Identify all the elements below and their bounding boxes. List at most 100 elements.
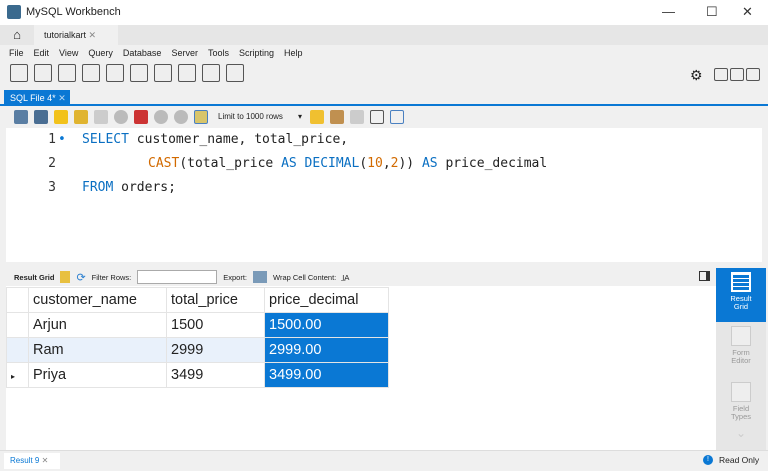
cell[interactable]: 3499 xyxy=(166,362,265,388)
toggle-panel-icon[interactable] xyxy=(699,271,710,281)
export-icon[interactable] xyxy=(253,271,268,283)
sql-tab-strip xyxy=(0,88,768,106)
menu-view[interactable]: View xyxy=(54,45,83,62)
tab-label: SQL File 4* xyxy=(10,93,56,103)
menu-help[interactable]: Help xyxy=(279,45,308,62)
create-function-icon[interactable] xyxy=(178,64,196,82)
toggle-sidebar-icon[interactable] xyxy=(714,68,728,81)
new-sql-tab-icon[interactable] xyxy=(10,64,28,82)
read-only-label: Read Only xyxy=(719,455,760,465)
menu-file[interactable]: File xyxy=(4,45,29,62)
autocommit-icon[interactable] xyxy=(194,110,208,124)
tab-sql-file-4[interactable]: SQL File 4* ✕ xyxy=(4,90,70,106)
commit-icon[interactable] xyxy=(154,110,168,124)
open-file-icon[interactable] xyxy=(14,110,28,124)
result-tab-close-icon[interactable]: ✕ xyxy=(42,456,49,465)
execute-current-icon[interactable] xyxy=(74,110,88,124)
sql-editor[interactable]: 1 • 2 3 SELECT customer_name, total_pric… xyxy=(6,128,762,262)
invisible-chars-icon[interactable] xyxy=(370,110,384,124)
column-header[interactable]: total_price xyxy=(166,287,265,313)
menu-server[interactable]: Server xyxy=(166,45,203,62)
tab-close-icon[interactable]: ✕ xyxy=(89,30,97,40)
side-result-grid[interactable]: Result Grid xyxy=(716,268,766,322)
current-row-icon: ▸ xyxy=(11,372,16,381)
settings-icon[interactable]: ⚙ xyxy=(690,67,703,84)
tab-close-icon[interactable]: ✕ xyxy=(58,93,66,103)
refresh-icon[interactable]: ⟳ xyxy=(76,271,85,284)
save-icon[interactable] xyxy=(34,110,48,124)
results-toolbar: Result Grid ⟳ Filter Rows: Export: Wrap … xyxy=(6,268,716,286)
toggle-secondary-sidebar-icon[interactable] xyxy=(746,68,760,81)
reconnect-icon[interactable] xyxy=(226,64,244,82)
scroll-down-icon[interactable]: ⌄ xyxy=(716,426,766,440)
close-button[interactable]: ✕ xyxy=(742,4,753,20)
rollback-icon[interactable] xyxy=(174,110,188,124)
explain-icon[interactable] xyxy=(94,110,108,124)
limit-rows-select[interactable]: Limit to 1000 rows ▾ xyxy=(214,109,304,125)
code-line: SELECT customer_name, total_price, xyxy=(82,132,349,147)
window-title: MySQL Workbench xyxy=(26,6,121,18)
cell[interactable]: 1500 xyxy=(166,312,265,338)
result-grid: customer_name total_price price_decimal Ar… xyxy=(6,286,716,450)
find-icon[interactable] xyxy=(350,110,364,124)
wrap-cell-icon[interactable]: I̲A xyxy=(342,273,349,282)
beautify-icon[interactable] xyxy=(330,110,344,124)
create-procedure-icon[interactable] xyxy=(154,64,172,82)
statement-marker-icon: • xyxy=(58,132,66,147)
filter-rows-input[interactable] xyxy=(137,270,218,284)
export-label: Export: xyxy=(223,272,248,282)
menu-edit[interactable]: Edit xyxy=(29,45,55,62)
menu-tools[interactable]: Tools xyxy=(203,45,234,62)
side-field-types[interactable]: Field Types xyxy=(716,382,766,422)
line-number: 3 xyxy=(48,180,56,195)
open-sql-script-icon[interactable] xyxy=(34,64,52,82)
row-header[interactable] xyxy=(6,337,29,363)
connection-tabs: ⌂ tutorialkart ✕ xyxy=(0,25,768,45)
cell[interactable]: 2999 xyxy=(166,337,265,363)
create-schema-icon[interactable] xyxy=(82,64,100,82)
status-bar: Result 9 ✕ ! Read Only xyxy=(0,450,768,471)
inspector-icon[interactable] xyxy=(58,64,76,82)
grid-view-icon[interactable] xyxy=(60,271,71,283)
menu-scripting[interactable]: Scripting xyxy=(234,45,279,62)
row-header[interactable] xyxy=(6,312,29,338)
side-form-editor[interactable]: Form Editor xyxy=(716,326,766,366)
toggle-output-icon[interactable] xyxy=(730,68,744,81)
cell[interactable]: 2999.00 xyxy=(264,337,389,363)
execute-icon[interactable] xyxy=(54,110,68,124)
layout-toggles xyxy=(714,68,760,81)
result-side-panel: Result Grid Form Editor Field Types ⌄ xyxy=(716,268,766,450)
code-line: CAST(total_price AS DECIMAL(10,2)) AS pr… xyxy=(148,156,548,171)
menu-query[interactable]: Query xyxy=(83,45,118,62)
field-types-icon xyxy=(731,382,751,402)
tab-label: tutorialkart xyxy=(44,30,87,40)
table-row: Arjun 1500 1500.00 xyxy=(6,312,389,338)
add-snippet-icon[interactable] xyxy=(310,110,324,124)
create-view-icon[interactable] xyxy=(130,64,148,82)
tab-tutorialkart[interactable]: tutorialkart ✕ xyxy=(34,25,118,45)
result-grid-label: Result Grid xyxy=(14,272,55,282)
cell[interactable]: Arjun xyxy=(28,312,167,338)
create-table-icon[interactable] xyxy=(106,64,124,82)
minimize-button[interactable]: — xyxy=(662,4,675,19)
cell[interactable]: Ram xyxy=(28,337,167,363)
home-icon: ⌂ xyxy=(13,27,21,42)
app-logo-icon xyxy=(7,5,21,19)
home-tab[interactable]: ⌂ xyxy=(2,25,32,45)
wrap-lines-icon[interactable] xyxy=(390,110,404,124)
column-header[interactable]: price_decimal xyxy=(264,287,389,313)
search-table-data-icon[interactable] xyxy=(202,64,220,82)
column-header[interactable]: customer_name xyxy=(28,287,167,313)
maximize-button[interactable]: ☐ xyxy=(706,4,718,20)
cell[interactable]: 3499.00 xyxy=(264,362,389,388)
toggle-error-icon[interactable] xyxy=(134,110,148,124)
menu-database[interactable]: Database xyxy=(118,45,167,62)
table-row: ▸ Priya 3499 3499.00 xyxy=(6,362,389,388)
stop-icon[interactable] xyxy=(114,110,128,124)
result-table: customer_name total_price price_decimal Ar… xyxy=(6,287,389,388)
code-line: FROM orders; xyxy=(82,180,176,195)
row-header[interactable]: ▸ xyxy=(6,362,29,388)
cell[interactable]: 1500.00 xyxy=(264,312,389,338)
result-tab[interactable]: Result 9 ✕ xyxy=(4,453,60,469)
cell[interactable]: Priya xyxy=(28,362,167,388)
